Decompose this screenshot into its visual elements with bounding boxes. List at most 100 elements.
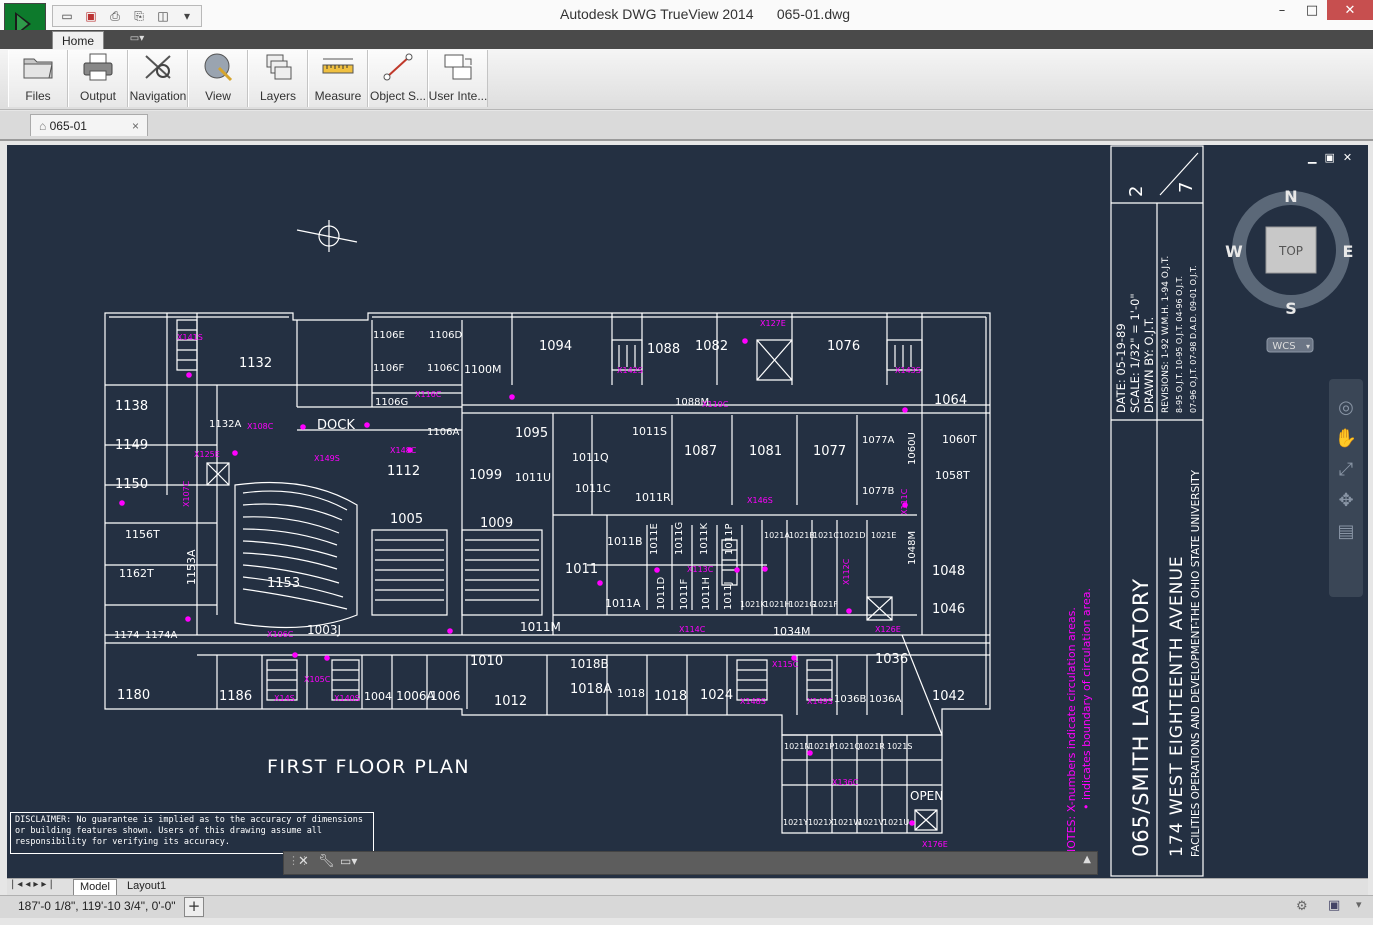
svg-text:X112C: X112C xyxy=(842,558,851,585)
svg-text:1021C: 1021C xyxy=(813,531,839,540)
settings-icon[interactable]: ⚙ xyxy=(1296,899,1308,914)
ucs-menu[interactable]: WCS xyxy=(1272,341,1295,352)
svg-text:1011U: 1011U xyxy=(515,471,551,484)
viewport-minimize-icon[interactable]: ▁ xyxy=(1308,151,1316,164)
svg-text:X125E: X125E xyxy=(194,450,220,459)
compass-west[interactable]: W xyxy=(1225,242,1243,261)
compass-south[interactable]: S xyxy=(1285,299,1297,318)
dropdown-icon[interactable]: ▾ xyxy=(177,8,197,24)
output-panel-button[interactable]: Output xyxy=(68,50,128,107)
document-tab-label: 065-01 xyxy=(49,119,87,133)
svg-text:1106D: 1106D xyxy=(429,330,462,341)
batch-plot-icon[interactable]: ⎘ xyxy=(129,8,149,24)
svg-text:1011H: 1011H xyxy=(701,577,712,610)
svg-text:1077: 1077 xyxy=(813,444,846,459)
maximize-button[interactable]: □ xyxy=(1297,0,1327,20)
svg-text:1094: 1094 xyxy=(539,339,572,354)
svg-text:1021A: 1021A xyxy=(764,531,790,540)
ribbon-minimize-button[interactable]: ▭▾ xyxy=(120,33,154,46)
add-icon[interactable]: + xyxy=(184,897,204,917)
viewport-close-icon[interactable]: ✕ xyxy=(1343,151,1352,164)
layers-panel-button[interactable]: Layers xyxy=(248,50,308,107)
svg-text:1087: 1087 xyxy=(684,444,717,459)
document-tab-bar xyxy=(0,111,1373,141)
compass-north[interactable]: N xyxy=(1284,187,1297,206)
open-icon[interactable]: ▭ xyxy=(57,8,77,24)
svg-text:1021H: 1021H xyxy=(764,600,790,609)
svg-text:X136C: X136C xyxy=(832,778,859,787)
ribbon-tab-bar xyxy=(0,30,1373,49)
status-menu-icon[interactable]: ▾ xyxy=(1356,898,1362,911)
viewcube[interactable]: TOP N S E W WCS ▾ xyxy=(1210,175,1368,395)
svg-text:X113C: X113C xyxy=(687,565,714,574)
titleblock-drawn-by: DRAWN BY: O.J.T. xyxy=(1142,317,1156,413)
viewport-restore-icon[interactable]: ▣ xyxy=(1324,151,1334,164)
command-line[interactable]: ⋮⋮ ✕ 🔧︎ ▭▾ ▲ xyxy=(283,851,1098,875)
svg-text:1021V: 1021V xyxy=(858,818,884,827)
svg-text:X149S: X149S xyxy=(807,697,833,706)
svg-text:1180: 1180 xyxy=(117,688,150,703)
svg-text:1011J: 1011J xyxy=(723,582,734,610)
ruler-icon xyxy=(322,58,354,74)
svg-text:1011B: 1011B xyxy=(607,535,643,548)
tab-model[interactable]: Model xyxy=(73,879,117,896)
drawing-canvas[interactable]: 1138 1149 1150 1156T 1162T 1174 1174A 11… xyxy=(7,145,1368,878)
user-interface-panel-button[interactable]: User Inte... xyxy=(428,50,488,107)
svg-text:X143S: X143S xyxy=(895,366,921,375)
tab-layout1[interactable]: Layout1 xyxy=(121,879,172,894)
svg-text:1112: 1112 xyxy=(387,464,420,479)
svg-text:1021G: 1021G xyxy=(789,600,816,609)
ucs-dropdown-icon[interactable]: ▾ xyxy=(1306,342,1310,351)
svg-text:1011S: 1011S xyxy=(632,425,667,438)
coordinate-readout: 187'-0 1/8", 119'-10 3/4", 0'-0" xyxy=(18,899,176,913)
svg-text:1011Q: 1011Q xyxy=(572,451,609,464)
showmotion-icon[interactable]: ▤ xyxy=(1329,521,1363,542)
svg-text:1021X: 1021X xyxy=(808,818,834,827)
close-button[interactable]: ✕ xyxy=(1327,0,1373,20)
svg-text:1021S: 1021S xyxy=(887,742,912,751)
lock-icon: ⌂ xyxy=(39,119,47,133)
tab-home[interactable]: Home xyxy=(52,31,104,50)
svg-text:1011A: 1011A xyxy=(605,597,641,610)
layout-nav-arrows[interactable]: |◂◂▸▸| xyxy=(11,879,56,890)
svg-text:1011R: 1011R xyxy=(635,491,671,504)
svg-text:X110C: X110C xyxy=(702,400,729,409)
viewcube-face[interactable]: TOP xyxy=(1278,244,1303,258)
close-tab-icon[interactable]: × xyxy=(132,115,139,137)
svg-text:1060T: 1060T xyxy=(942,433,977,446)
command-settings-icon[interactable]: 🔧︎ xyxy=(318,854,335,869)
svg-text:1036: 1036 xyxy=(875,652,908,667)
svg-text:1018: 1018 xyxy=(617,687,645,700)
viewport-icon[interactable]: ▣ xyxy=(1328,898,1340,913)
compass-east[interactable]: E xyxy=(1343,242,1354,261)
zoom-extents-icon[interactable]: ⤢ xyxy=(1329,459,1363,480)
document-tab[interactable]: ⌂ 065-01 × xyxy=(30,114,148,136)
window-title: Autodesk DWG TrueView 2014 065-01.dwg xyxy=(560,6,851,22)
svg-text:1011P: 1011P xyxy=(724,524,735,555)
svg-text:X115C: X115C xyxy=(772,660,799,669)
view-panel-button[interactable]: View xyxy=(188,50,248,107)
command-history-icon[interactable]: ▲ xyxy=(1083,854,1091,865)
save-as-icon[interactable]: ▣ xyxy=(81,8,101,24)
command-close-icon[interactable]: ✕ xyxy=(298,854,309,869)
svg-text:1153A: 1153A xyxy=(185,549,198,585)
preview-icon[interactable]: ◫ xyxy=(153,8,173,24)
object-snap-panel-button[interactable]: Object S... xyxy=(368,50,428,107)
svg-text:1156T: 1156T xyxy=(125,528,160,541)
title-block: 2 7 DATE: 05-19-89 SCALE: 1/32" = 1'-0" … xyxy=(1110,145,1208,878)
orbit-icon[interactable]: ✥ xyxy=(1329,490,1363,511)
print-icon[interactable]: ⎙ xyxy=(105,8,125,24)
svg-text:1132A: 1132A xyxy=(209,419,241,430)
svg-text:1106G: 1106G xyxy=(375,397,408,408)
svg-text:1036A: 1036A xyxy=(869,694,901,705)
files-panel-button[interactable]: Files xyxy=(8,50,68,107)
navigation-bar: ◎ ✋ ⤢ ✥ ▤ xyxy=(1329,379,1363,597)
navigation-panel-button[interactable]: Navigation xyxy=(128,50,188,107)
command-prompt-icon[interactable]: ▭▾ xyxy=(340,854,357,868)
steering-wheel-icon[interactable]: ◎ xyxy=(1329,397,1363,418)
svg-text:1088: 1088 xyxy=(647,342,680,357)
minimize-button[interactable]: – xyxy=(1267,0,1297,20)
measure-panel-button[interactable]: Measure xyxy=(308,50,368,107)
svg-text:1004: 1004 xyxy=(364,690,392,703)
pan-hand-icon[interactable]: ✋ xyxy=(1329,428,1363,449)
